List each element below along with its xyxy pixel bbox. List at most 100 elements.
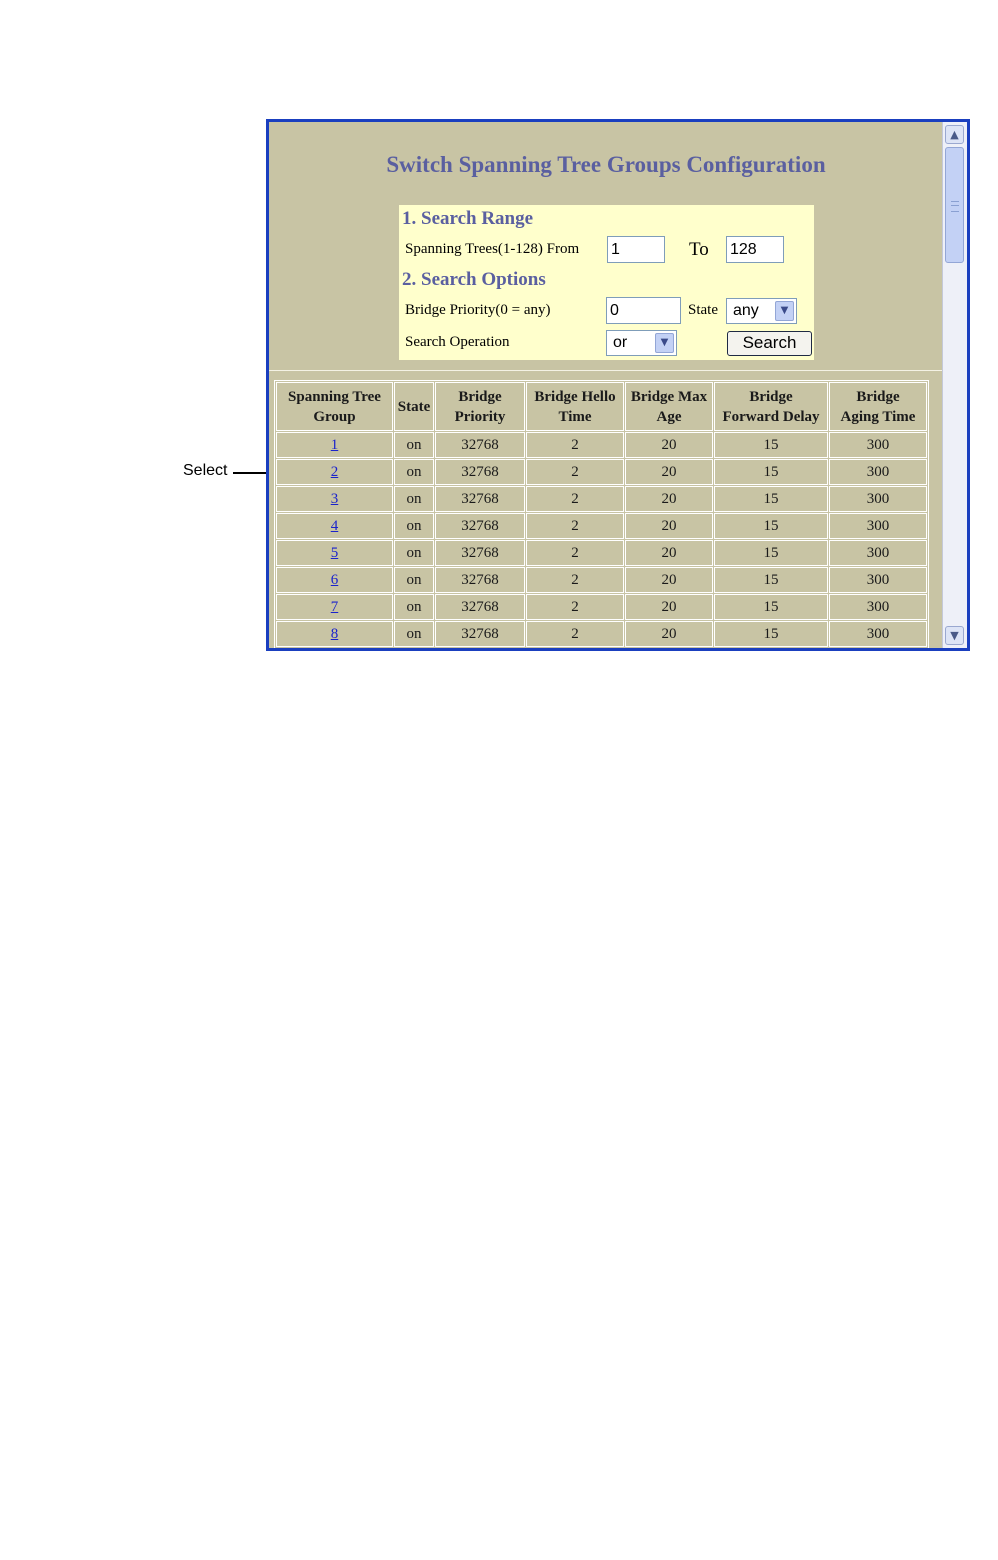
state-select-value: any <box>733 302 759 319</box>
column-header-max-age: Bridge Max Age <box>625 382 713 431</box>
group-link[interactable]: 8 <box>331 626 339 642</box>
priority-cell: 32768 <box>435 540 525 566</box>
forward-delay-cell: 15 <box>714 486 828 512</box>
aging-time-cell: 300 <box>829 513 927 539</box>
state-cell: on <box>394 567 434 593</box>
forward-delay-cell: 15 <box>714 459 828 485</box>
group-cell: 2 <box>276 459 393 485</box>
search-button[interactable]: Search <box>727 331 812 356</box>
search-operation-select[interactable]: or ▼ <box>606 330 677 356</box>
group-cell: 4 <box>276 513 393 539</box>
search-options-heading: 2. Search Options <box>402 269 546 290</box>
header-line: State <box>397 398 431 415</box>
group-cell: 6 <box>276 567 393 593</box>
header-line: Bridge Hello <box>534 388 616 405</box>
max-age-cell: 20 <box>625 540 713 566</box>
aging-time-cell: 300 <box>829 594 927 620</box>
priority-cell: 32768 <box>435 567 525 593</box>
range-to-input[interactable]: 128 <box>726 236 784 263</box>
forward-delay-cell: 15 <box>714 540 828 566</box>
group-link[interactable]: 1 <box>331 437 339 453</box>
column-header-aging-time: Bridge Aging Time <box>829 382 927 431</box>
search-operation-label: Search Operation <box>405 334 510 350</box>
priority-cell: 32768 <box>435 621 525 647</box>
group-link[interactable]: 4 <box>331 518 339 534</box>
vertical-scrollbar[interactable]: ▲ ▼ <box>942 122 967 648</box>
table-row: 8 on 32768 2 20 15 300 <box>276 621 927 647</box>
bridge-priority-label: Bridge Priority(0 = any) <box>405 302 551 318</box>
aging-time-cell: 300 <box>829 459 927 485</box>
max-age-cell: 20 <box>625 567 713 593</box>
group-link[interactable]: 3 <box>331 491 339 507</box>
chevron-down-icon: ▼ <box>655 333 674 353</box>
hello-time-cell: 2 <box>526 432 624 458</box>
max-age-cell: 20 <box>625 486 713 512</box>
state-cell: on <box>394 594 434 620</box>
aging-time-cell: 300 <box>829 486 927 512</box>
browser-window: Switch Spanning Tree Groups Configuratio… <box>266 119 970 651</box>
scrollbar-thumb[interactable] <box>945 147 964 263</box>
max-age-cell: 20 <box>625 432 713 458</box>
range-from-label: Spanning Trees(1-128) From <box>405 241 580 257</box>
page-title: Switch Spanning Tree Groups Configuratio… <box>386 152 826 177</box>
header-line: Bridge <box>458 388 502 405</box>
spanning-tree-groups-table: Spanning Tree Group State Bridge Priority … <box>274 380 929 648</box>
column-header-state: State <box>394 382 434 431</box>
forward-delay-cell: 15 <box>714 432 828 458</box>
priority-cell: 32768 <box>435 513 525 539</box>
column-header-hello-time: Bridge Hello Time <box>526 382 624 431</box>
group-link[interactable]: 5 <box>331 545 339 561</box>
search-operation-value: or <box>613 334 628 351</box>
header-line: Aging Time <box>840 408 916 425</box>
section-divider <box>269 370 943 371</box>
header-line: Time <box>558 408 592 425</box>
search-range-heading: 1. Search Range <box>402 208 534 229</box>
state-cell: on <box>394 621 434 647</box>
chevron-down-icon[interactable]: ▼ <box>945 626 964 645</box>
select-callout-label: Select <box>183 462 228 479</box>
table-row: 7 on 32768 2 20 15 300 <box>276 594 927 620</box>
grip-icon <box>951 201 959 212</box>
table-row: 3 on 32768 2 20 15 300 <box>276 486 927 512</box>
max-age-cell: 20 <box>625 621 713 647</box>
hello-time-cell: 2 <box>526 567 624 593</box>
table-row: 6 on 32768 2 20 15 300 <box>276 567 927 593</box>
group-cell: 8 <box>276 621 393 647</box>
header-line: Bridge <box>749 388 793 405</box>
range-from-input[interactable]: 1 <box>607 236 665 263</box>
table-row: 2 on 32768 2 20 15 300 <box>276 459 927 485</box>
hello-time-cell: 2 <box>526 486 624 512</box>
group-cell: 3 <box>276 486 393 512</box>
chevron-up-icon[interactable]: ▲ <box>945 125 964 144</box>
header-line: Priority <box>454 408 506 425</box>
hello-time-cell: 2 <box>526 513 624 539</box>
header-line: Spanning Tree <box>288 388 381 405</box>
state-select[interactable]: any ▼ <box>726 298 797 324</box>
max-age-cell: 20 <box>625 459 713 485</box>
header-line: Bridge Max <box>630 388 708 405</box>
group-link[interactable]: 6 <box>331 572 339 588</box>
table-header-row: Spanning Tree Group State Bridge Priority … <box>276 382 927 431</box>
aging-time-cell: 300 <box>829 567 927 593</box>
group-link[interactable]: 2 <box>331 464 339 480</box>
hello-time-cell: 2 <box>526 621 624 647</box>
aging-time-cell: 300 <box>829 621 927 647</box>
table-row: 5 on 32768 2 20 15 300 <box>276 540 927 566</box>
group-cell: 5 <box>276 540 393 566</box>
priority-cell: 32768 <box>435 459 525 485</box>
column-header-priority: Bridge Priority <box>435 382 525 431</box>
header-line: Bridge <box>856 388 900 405</box>
state-cell: on <box>394 432 434 458</box>
priority-cell: 32768 <box>435 432 525 458</box>
forward-delay-cell: 15 <box>714 513 828 539</box>
group-link[interactable]: 7 <box>331 599 339 615</box>
chevron-down-icon: ▼ <box>775 301 794 321</box>
state-cell: on <box>394 459 434 485</box>
bridge-priority-input[interactable]: 0 <box>606 297 681 324</box>
header-line: Forward Delay <box>722 408 820 425</box>
header-line: Age <box>656 408 682 425</box>
search-panel: 1. Search Range Spanning Trees(1-128) Fr… <box>399 205 814 360</box>
forward-delay-cell: 15 <box>714 594 828 620</box>
priority-cell: 32768 <box>435 594 525 620</box>
aging-time-cell: 300 <box>829 432 927 458</box>
